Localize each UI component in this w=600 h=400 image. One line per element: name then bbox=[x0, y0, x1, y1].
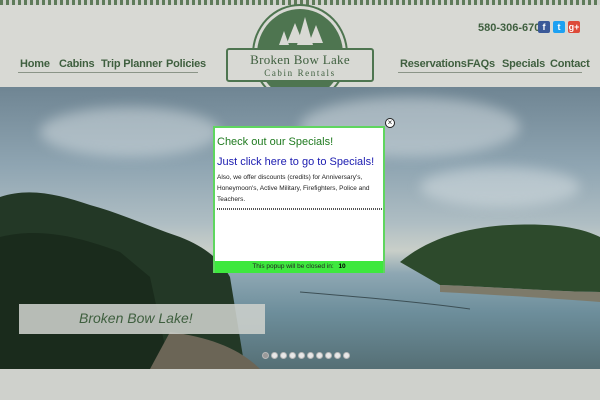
page-footer-band bbox=[0, 369, 600, 400]
twitter-icon[interactable]: t bbox=[553, 21, 565, 33]
nav-cabins[interactable]: Cabins bbox=[59, 58, 95, 70]
nav-divider-left bbox=[18, 72, 198, 73]
close-icon[interactable]: × bbox=[385, 118, 395, 128]
slide-caption-box: Broken Bow Lake! bbox=[19, 304, 265, 334]
popup-countdown-value: 10 bbox=[338, 263, 346, 270]
phone-number: 580-306-6700 bbox=[478, 22, 547, 34]
popup-specials-link[interactable]: Just click here to go to Specials! bbox=[217, 156, 374, 168]
slide-dot-9[interactable] bbox=[334, 352, 341, 359]
nav-home[interactable]: Home bbox=[20, 58, 50, 70]
popup-countdown-label: This popup will be closed in: bbox=[252, 263, 334, 270]
slide-dot-3[interactable] bbox=[280, 352, 287, 359]
popup-heading: Check out our Specials! bbox=[217, 136, 334, 148]
nav-contact[interactable]: Contact bbox=[550, 58, 590, 70]
logo-title: Broken Bow Lake bbox=[250, 52, 350, 67]
popup-body-text: Also, we offer discounts (credits) for A… bbox=[217, 174, 370, 203]
slide-dot-8[interactable] bbox=[325, 352, 332, 359]
google-plus-icon[interactable]: g+ bbox=[568, 21, 580, 33]
nav-faqs[interactable]: FAQs bbox=[467, 58, 495, 70]
nav-divider-right bbox=[398, 72, 582, 73]
popup-divider bbox=[217, 208, 383, 210]
slide-dot-4[interactable] bbox=[289, 352, 296, 359]
slide-dot-6[interactable] bbox=[307, 352, 314, 359]
slide-dot-7[interactable] bbox=[316, 352, 323, 359]
slide-dot-5[interactable] bbox=[298, 352, 305, 359]
nav-policies[interactable]: Policies bbox=[166, 58, 206, 70]
pine-trees-icon bbox=[279, 17, 323, 45]
slide-dot-2[interactable] bbox=[271, 352, 278, 359]
popup-countdown-bar: This popup will be closed in: 10 bbox=[215, 261, 383, 273]
nav-specials[interactable]: Specials bbox=[502, 58, 545, 70]
slide-pagination bbox=[262, 352, 350, 359]
facebook-icon[interactable]: f bbox=[538, 21, 550, 33]
logo-subtitle: Cabin Rentals bbox=[264, 68, 336, 78]
slide-dot-10[interactable] bbox=[343, 352, 350, 359]
slide-dot-1[interactable] bbox=[262, 352, 269, 359]
specials-popup: Check out our Specials! Just click here … bbox=[213, 126, 385, 273]
logo-banner: Broken Bow Lake Cabin Rentals bbox=[226, 48, 374, 82]
nav-trip-planner[interactable]: Trip Planner bbox=[101, 58, 162, 70]
nav-reservations[interactable]: Reservations bbox=[400, 58, 467, 70]
slide-caption: Broken Bow Lake! bbox=[79, 310, 193, 326]
